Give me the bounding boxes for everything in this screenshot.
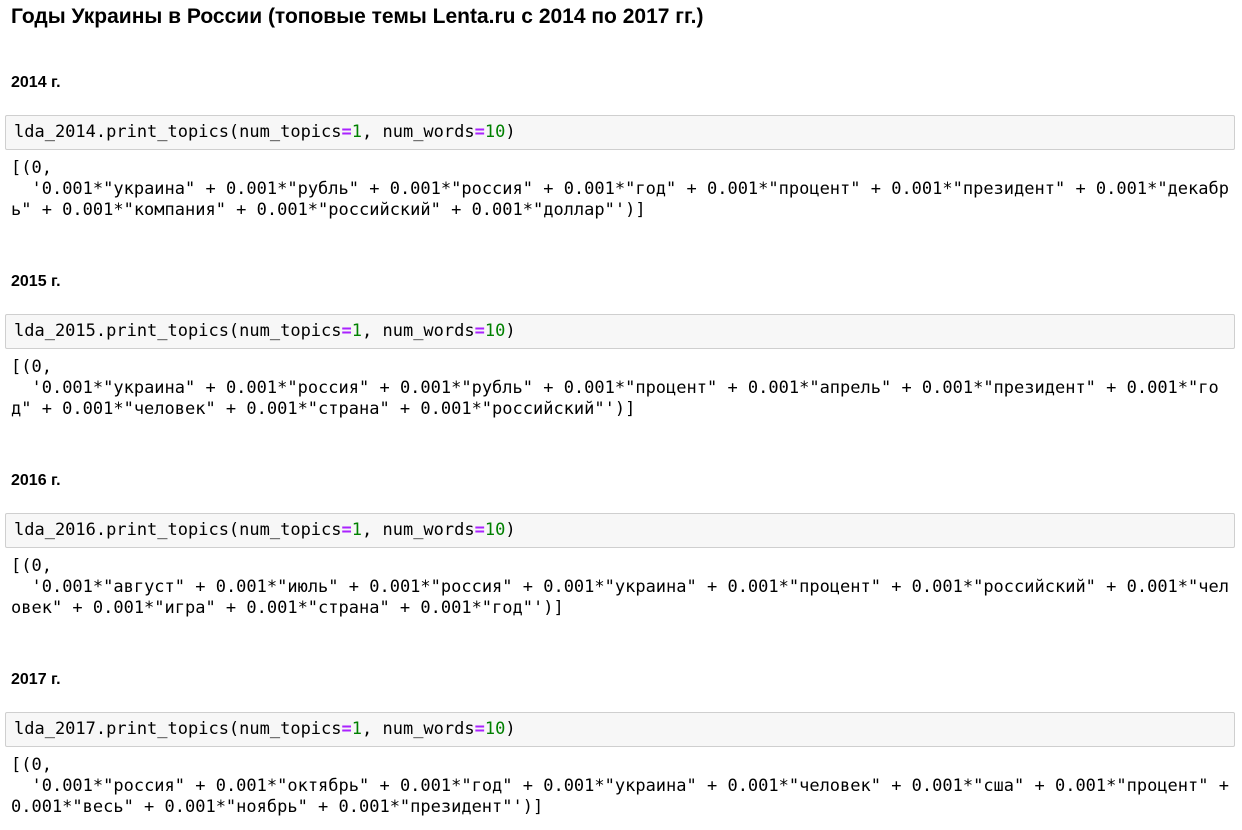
- code-text: ): [505, 321, 516, 341]
- operator-token: =: [341, 520, 352, 540]
- operator-token: =: [341, 122, 352, 142]
- year-heading: 2016 г.: [11, 472, 61, 489]
- code-cell-input[interactable]: lda_2016.print_topics(num_topics=1, num_…: [5, 513, 1235, 548]
- number-token: 1: [351, 520, 363, 540]
- code-cell-output: [(0, '0.001*"украина" + 0.001*"россия" +…: [11, 357, 1219, 419]
- code-cell-output: [(0, '0.001*"украина" + 0.001*"рубль" + …: [11, 158, 1229, 220]
- code-text: , num_words: [362, 719, 475, 739]
- code-text: lda_2015.print_topics(num_topics: [14, 321, 342, 341]
- number-token: 10: [484, 520, 506, 540]
- number-token: 10: [484, 122, 506, 142]
- code-text: lda_2014.print_topics(num_topics: [14, 122, 342, 142]
- number-token: 1: [351, 321, 363, 341]
- code-text: ): [505, 122, 516, 142]
- number-token: 10: [484, 321, 506, 341]
- year-heading: 2017 г.: [11, 671, 61, 688]
- code-text: , num_words: [362, 321, 475, 341]
- page-title: Годы Украины в России (топовые темы Lent…: [11, 5, 704, 28]
- operator-token: =: [474, 719, 485, 739]
- code-cell-input[interactable]: lda_2015.print_topics(num_topics=1, num_…: [5, 314, 1235, 349]
- code-text: lda_2017.print_topics(num_topics: [14, 719, 342, 739]
- operator-token: =: [474, 321, 485, 341]
- code-cell-output: [(0, '0.001*"август" + 0.001*"июль" + 0.…: [11, 556, 1229, 618]
- year-heading: 2014 г.: [11, 74, 61, 91]
- operator-token: =: [474, 122, 485, 142]
- operator-token: =: [341, 719, 352, 739]
- number-token: 1: [351, 719, 363, 739]
- year-heading: 2015 г.: [11, 273, 61, 290]
- operator-token: =: [341, 321, 352, 341]
- code-text: ): [505, 719, 516, 739]
- code-text: , num_words: [362, 520, 475, 540]
- code-text: , num_words: [362, 122, 475, 142]
- number-token: 1: [351, 122, 363, 142]
- code-cell-input[interactable]: lda_2014.print_topics(num_topics=1, num_…: [5, 115, 1235, 150]
- number-token: 10: [484, 719, 506, 739]
- operator-token: =: [474, 520, 485, 540]
- code-cell-output: [(0, '0.001*"россия" + 0.001*"октябрь" +…: [11, 755, 1229, 817]
- code-text: lda_2016.print_topics(num_topics: [14, 520, 342, 540]
- code-cell-input[interactable]: lda_2017.print_topics(num_topics=1, num_…: [5, 712, 1235, 747]
- code-text: ): [505, 520, 516, 540]
